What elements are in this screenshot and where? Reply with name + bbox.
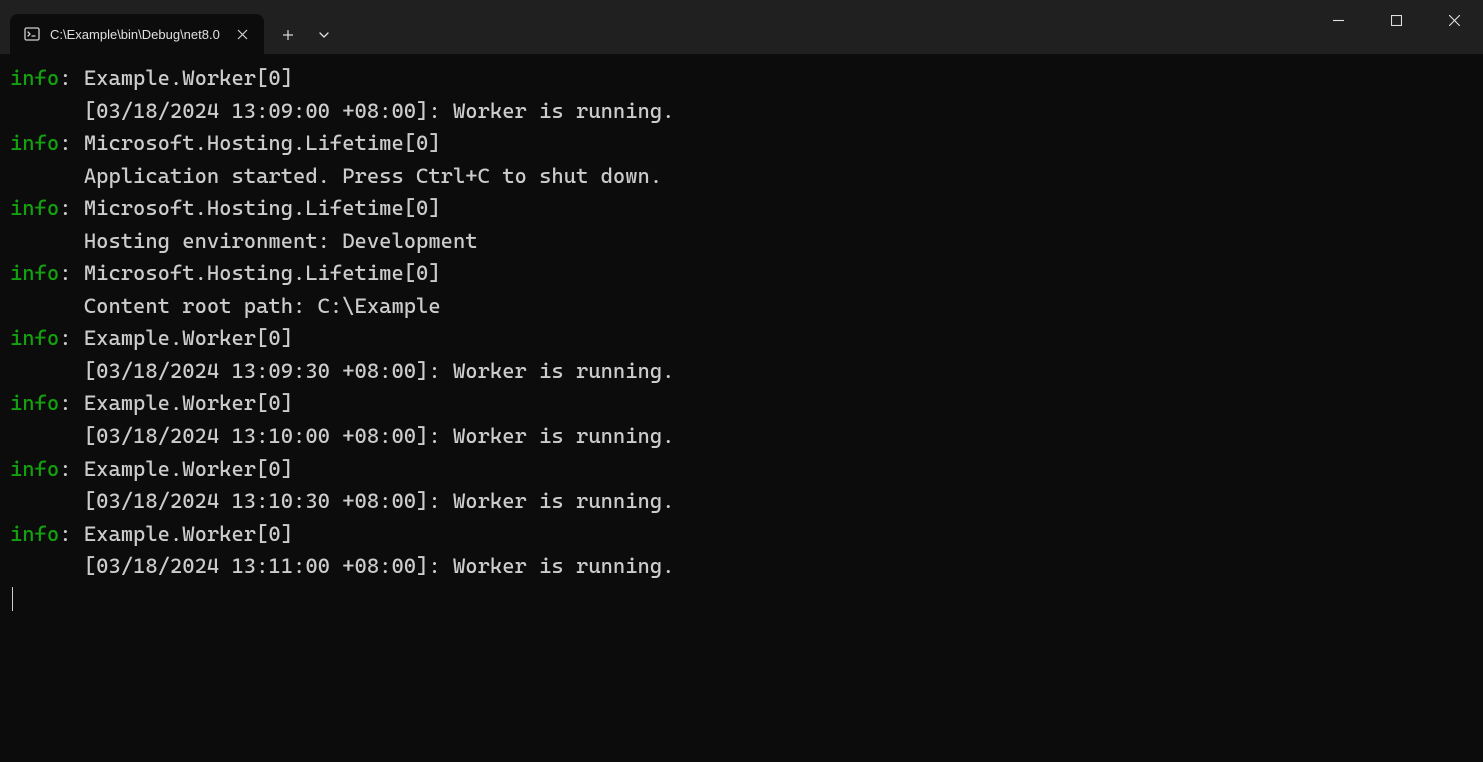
log-separator: : [59,66,84,90]
log-level: info [10,131,59,155]
log-level: info [10,66,59,90]
log-entry-header: info: Example.Worker[0] [10,387,1473,420]
log-source: Microsoft.Hosting.Lifetime[0] [84,131,441,155]
log-source: Example.Worker[0] [84,326,293,350]
log-source: Microsoft.Hosting.Lifetime[0] [84,261,441,285]
close-window-button[interactable] [1425,0,1483,40]
log-level: info [10,261,59,285]
log-separator: : [59,457,84,481]
log-separator: : [59,261,84,285]
log-source: Example.Worker[0] [84,457,293,481]
terminal-output[interactable]: info: Example.Worker[0][03/18/2024 13:09… [0,54,1483,762]
terminal-cursor [12,587,13,611]
log-source: Microsoft.Hosting.Lifetime[0] [84,196,441,220]
tab-title: C:\Example\bin\Debug\net8.0 [50,27,220,42]
log-message: Content root path: C:\Example [10,290,1473,323]
log-separator: : [59,391,84,415]
log-message: [03/18/2024 13:10:30 +08:00]: Worker is … [10,485,1473,518]
log-source: Example.Worker[0] [84,522,293,546]
minimize-button[interactable] [1309,0,1367,40]
log-entry-header: info: Microsoft.Hosting.Lifetime[0] [10,127,1473,160]
log-level: info [10,457,59,481]
new-tab-button[interactable] [270,17,306,53]
log-message: Hosting environment: Development [10,225,1473,258]
maximize-button[interactable] [1367,0,1425,40]
terminal-icon [24,26,40,42]
terminal-tab[interactable]: C:\Example\bin\Debug\net8.0 [10,14,264,54]
log-separator: : [59,196,84,220]
log-entry-header: info: Microsoft.Hosting.Lifetime[0] [10,257,1473,290]
log-level: info [10,391,59,415]
log-entry-header: info: Example.Worker[0] [10,453,1473,486]
log-entry-header: info: Microsoft.Hosting.Lifetime[0] [10,192,1473,225]
log-entry-header: info: Example.Worker[0] [10,62,1473,95]
log-level: info [10,522,59,546]
log-entry-header: info: Example.Worker[0] [10,322,1473,355]
log-separator: : [59,326,84,350]
log-separator: : [59,131,84,155]
close-tab-button[interactable] [234,25,252,43]
log-separator: : [59,522,84,546]
tab-dropdown-button[interactable] [306,17,342,53]
log-source: Example.Worker[0] [84,66,293,90]
log-message: [03/18/2024 13:09:30 +08:00]: Worker is … [10,355,1473,388]
log-message: [03/18/2024 13:10:00 +08:00]: Worker is … [10,420,1473,453]
titlebar: C:\Example\bin\Debug\net8.0 [0,0,1483,54]
log-message: [03/18/2024 13:09:00 +08:00]: Worker is … [10,95,1473,128]
log-message: Application started. Press Ctrl+C to shu… [10,160,1473,193]
titlebar-left: C:\Example\bin\Debug\net8.0 [0,0,342,54]
log-message: [03/18/2024 13:11:00 +08:00]: Worker is … [10,550,1473,583]
log-entry-header: info: Example.Worker[0] [10,518,1473,551]
cursor-line [10,583,1473,616]
window-controls [1309,0,1483,40]
log-level: info [10,326,59,350]
log-source: Example.Worker[0] [84,391,293,415]
log-level: info [10,196,59,220]
